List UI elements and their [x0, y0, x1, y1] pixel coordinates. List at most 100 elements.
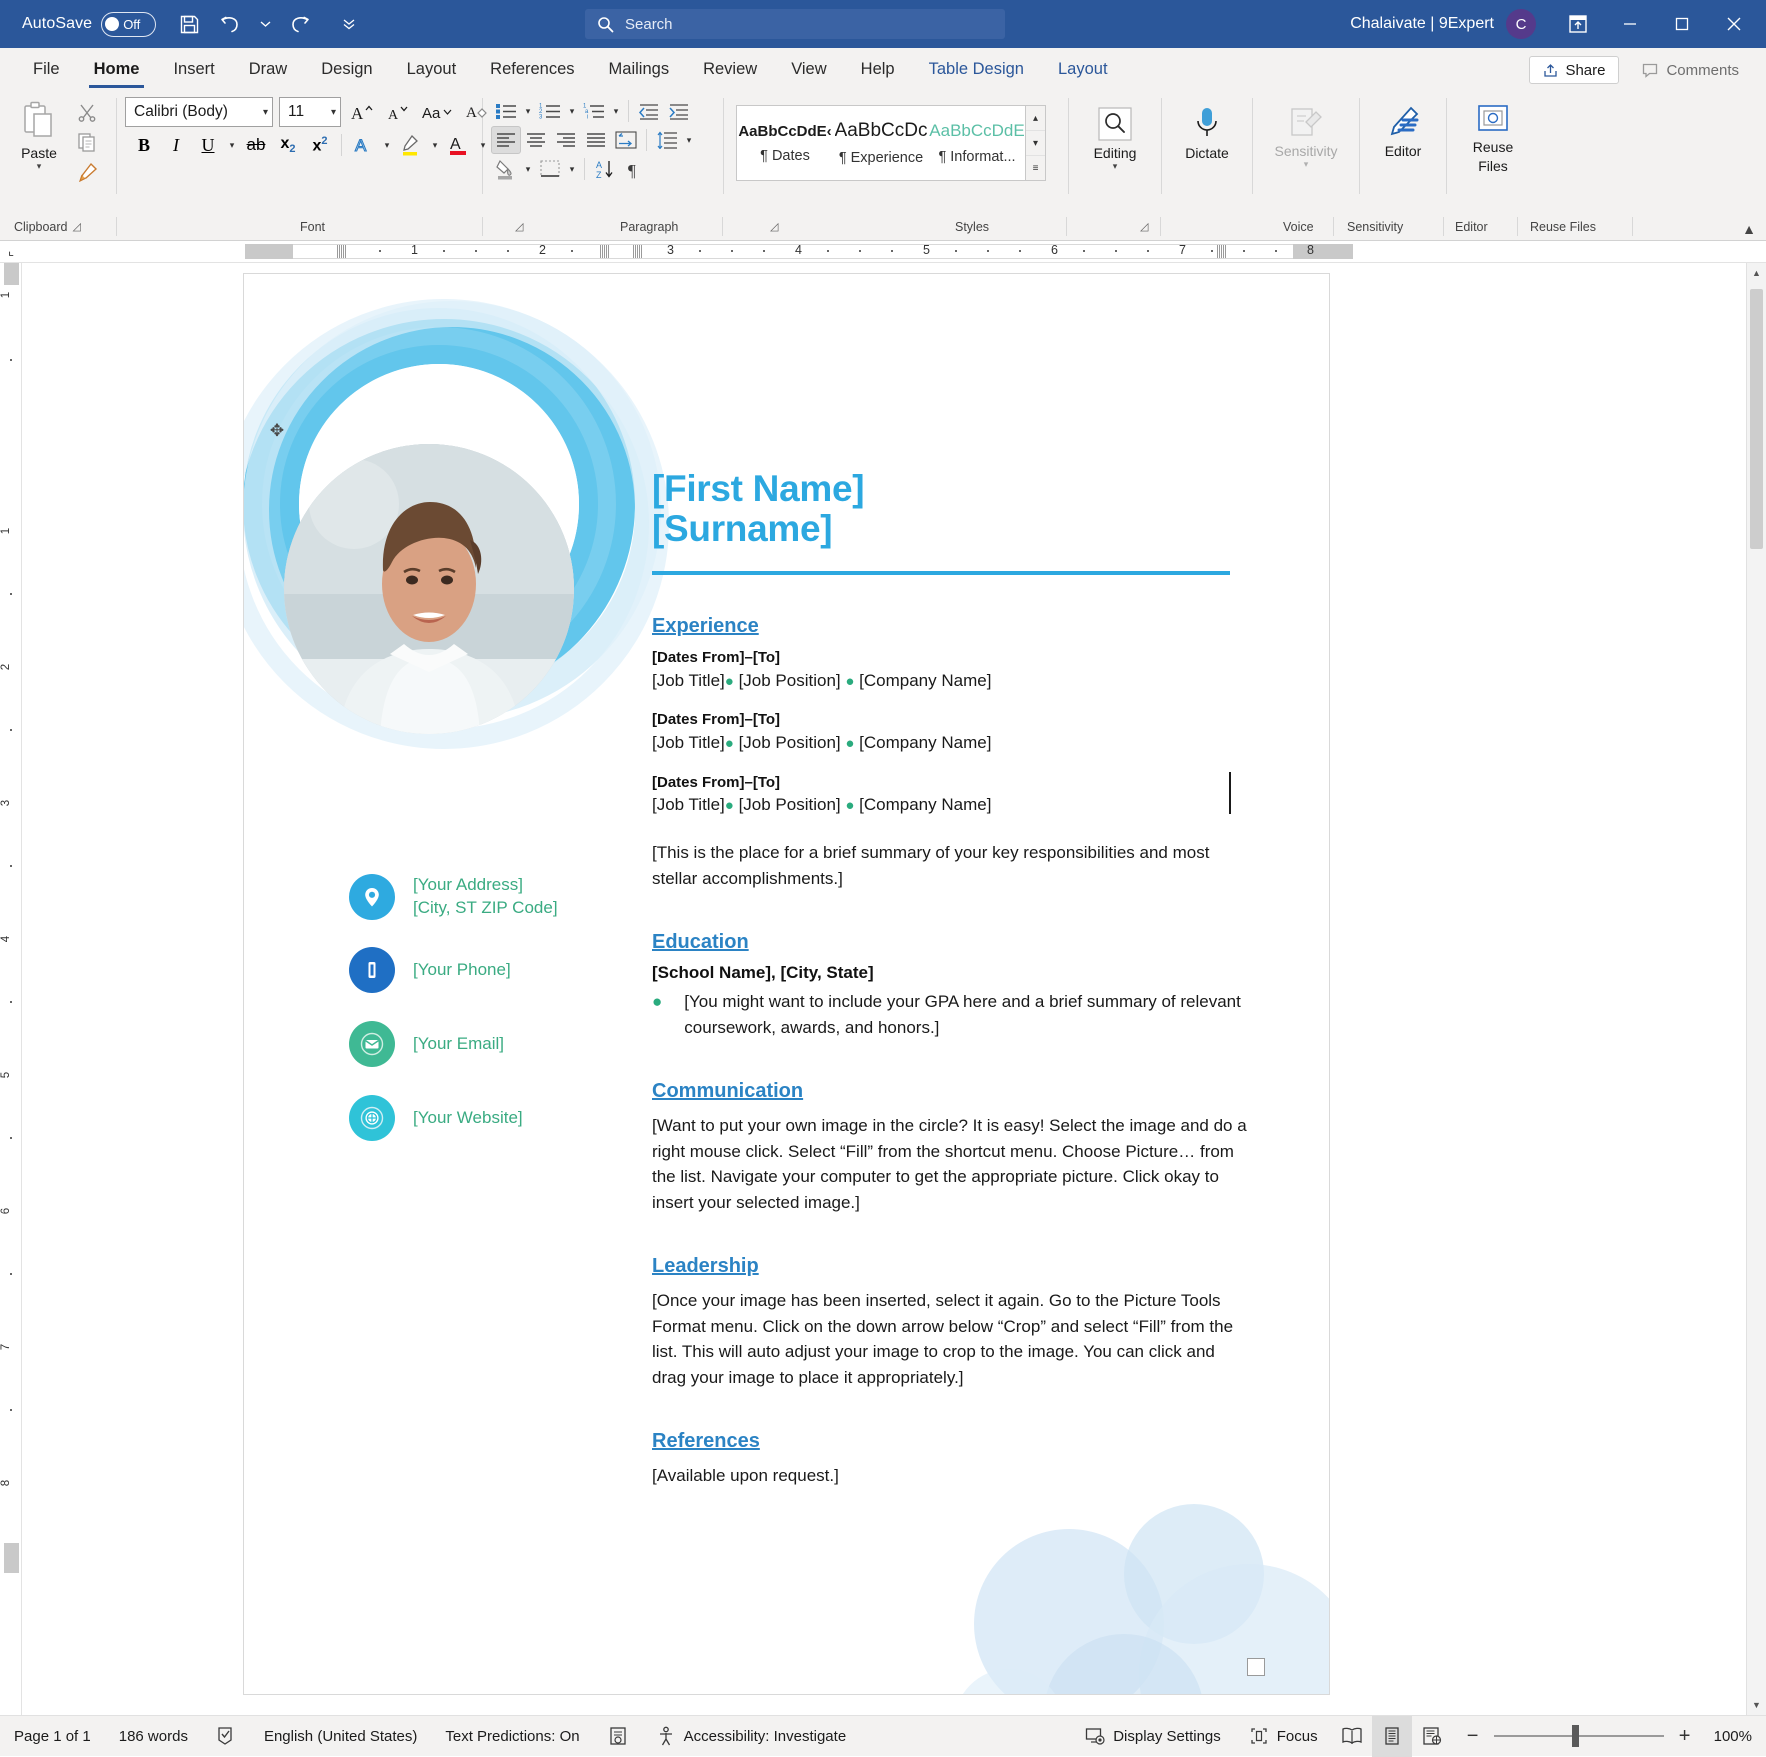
style-item-information[interactable]: AaBbCcDdE ¶ Informat...	[929, 106, 1025, 180]
tab-insert[interactable]: Insert	[156, 50, 231, 88]
italic-button[interactable]: I	[161, 131, 191, 159]
undo-button[interactable]	[210, 4, 252, 44]
scroll-up-arrow-icon[interactable]: ▲	[1747, 263, 1766, 283]
scroll-down-arrow-icon[interactable]: ▼	[1747, 1695, 1766, 1715]
format-painter-button[interactable]	[72, 158, 102, 186]
sort-button[interactable]: AZ	[590, 155, 620, 183]
styles-scroll-down-icon[interactable]: ▾	[1026, 131, 1045, 156]
education-bullet-item[interactable]: ● [You might want to include your GPA he…	[652, 989, 1252, 1040]
tab-table-layout[interactable]: Layout	[1041, 50, 1125, 88]
superscript-button[interactable]: x2	[305, 131, 335, 159]
text-predictions-button[interactable]	[594, 1716, 642, 1757]
object-anchor-handle[interactable]	[1247, 1658, 1265, 1676]
comments-button[interactable]: Comments	[1629, 56, 1752, 84]
style-item-experience[interactable]: AaBbCcDc ¶ Experience	[833, 106, 929, 180]
tab-help[interactable]: Help	[844, 50, 912, 88]
display-settings-button[interactable]: Display Settings	[1071, 1716, 1235, 1757]
align-left-button[interactable]	[491, 126, 521, 154]
styles-gallery-scroll[interactable]: ▴ ▾ ≡	[1026, 105, 1046, 181]
bullets-chevron-down-icon[interactable]: ▾	[521, 97, 535, 125]
scrollbar-thumb[interactable]	[1750, 289, 1763, 549]
tab-references[interactable]: References	[473, 50, 591, 88]
search-bar[interactable]: Search	[585, 9, 1005, 39]
document-page[interactable]: ✥ [First Name] [Surname] Experience	[244, 274, 1329, 1694]
underline-button[interactable]: U	[193, 131, 223, 159]
shading-chevron-down-icon[interactable]: ▾	[521, 155, 535, 183]
line-spacing-button[interactable]	[652, 126, 682, 154]
font-dialog-launcher[interactable]: ◿	[515, 220, 523, 233]
style-item-dates[interactable]: AaBbCcDdE‹ ¶ Dates	[737, 106, 833, 180]
show-formatting-marks-button[interactable]: ¶	[620, 155, 650, 183]
account-name[interactable]: Chalaivate | 9Expert	[1350, 15, 1494, 33]
increase-indent-button[interactable]	[664, 97, 694, 125]
justify-button[interactable]	[581, 126, 611, 154]
zoom-track[interactable]	[1494, 1735, 1664, 1737]
section-heading-education[interactable]: Education	[652, 931, 1252, 954]
tab-review[interactable]: Review	[686, 50, 774, 88]
avatar[interactable]: C	[1506, 9, 1536, 39]
align-right-button[interactable]	[551, 126, 581, 154]
line-spacing-chevron-down-icon[interactable]: ▾	[682, 126, 696, 154]
paste-chevron-down-icon[interactable]: ▾	[37, 162, 42, 171]
references-body[interactable]: [Available upon request.]	[652, 1463, 1252, 1489]
education-school[interactable]: [School Name], [City, State]	[652, 963, 1252, 983]
profile-photo[interactable]	[284, 444, 574, 734]
tab-table-design[interactable]: Table Design	[912, 50, 1041, 88]
horizontal-ruler[interactable]: ⌞ 1 2 3 4 5 6 7 8	[0, 241, 1766, 263]
experience-dates[interactable]: [Dates From]–[To]	[652, 709, 1252, 731]
experience-dates[interactable]: [Dates From]–[To]	[652, 647, 1252, 669]
bullets-button[interactable]	[491, 97, 521, 125]
editing-button[interactable]: Editing ▾	[1088, 102, 1143, 175]
styles-dialog-launcher[interactable]: ◿	[1140, 220, 1148, 233]
page-indicator[interactable]: Page 1 of 1	[0, 1716, 105, 1757]
sensitivity-button[interactable]: Sensitivity ▾	[1268, 102, 1343, 173]
resume-first-name[interactable]: [First Name]	[652, 469, 1252, 509]
redo-button[interactable]	[278, 4, 320, 44]
tab-selector-left-icon[interactable]: ⌞	[8, 243, 14, 259]
section-heading-references[interactable]: References	[652, 1430, 1252, 1453]
read-mode-button[interactable]	[1332, 1716, 1372, 1757]
image-move-handle[interactable]: ✥	[266, 420, 288, 442]
document-scroll-area[interactable]: ✥ [First Name] [Surname] Experience	[22, 263, 1766, 1715]
leadership-body[interactable]: [Once your image has been inserted, sele…	[652, 1288, 1252, 1390]
autosave-toggle[interactable]: Off	[101, 12, 156, 37]
save-button[interactable]	[168, 4, 210, 44]
close-button[interactable]	[1708, 0, 1760, 48]
styles-scroll-up-icon[interactable]: ▴	[1026, 106, 1045, 131]
ltr-text-direction-button[interactable]	[611, 126, 641, 154]
experience-job-line[interactable]: [Job Title]● [Job Position] ● [Company N…	[652, 793, 1252, 818]
contact-row-phone[interactable]: [Your Phone]	[349, 947, 639, 993]
section-heading-leadership[interactable]: Leadership	[652, 1255, 1252, 1278]
text-effects-chevron-down-icon[interactable]: ▾	[380, 131, 394, 159]
multilevel-chevron-down-icon[interactable]: ▾	[609, 97, 623, 125]
experience-job-line[interactable]: [Job Title]● [Job Position] ● [Company N…	[652, 731, 1252, 756]
ribbon-display-options-icon[interactable]	[1552, 0, 1604, 48]
vertical-ruler[interactable]: 1 1 2 3 4 5 6 7 8	[0, 263, 22, 1715]
multilevel-list-button[interactable]: 1ai	[579, 97, 609, 125]
font-name-combobox[interactable]: Calibri (Body) ▾	[125, 97, 273, 127]
shrink-font-button[interactable]: A	[383, 98, 413, 126]
contact-row-email[interactable]: [Your Email]	[349, 1021, 639, 1067]
maximize-button[interactable]	[1656, 0, 1708, 48]
styles-more-icon[interactable]: ≡	[1026, 156, 1045, 180]
sensitivity-chevron-down-icon[interactable]: ▾	[1304, 160, 1309, 169]
borders-chevron-down-icon[interactable]: ▾	[565, 155, 579, 183]
contact-row-address[interactable]: [Your Address] [City, ST ZIP Code]	[349, 874, 639, 920]
paste-button[interactable]: Paste ▾	[8, 96, 70, 175]
tab-draw[interactable]: Draw	[232, 50, 305, 88]
zoom-out-button[interactable]: −	[1462, 1725, 1484, 1748]
tab-view[interactable]: View	[774, 50, 843, 88]
zoom-level-label[interactable]: 100%	[1706, 1728, 1766, 1745]
section-heading-experience[interactable]: Experience	[652, 615, 1252, 638]
change-case-button[interactable]: Aa	[419, 98, 455, 126]
decrease-indent-button[interactable]	[634, 97, 664, 125]
zoom-slider[interactable]: − +	[1452, 1725, 1706, 1748]
paragraph-dialog-launcher[interactable]: ◿	[770, 220, 778, 233]
grow-font-button[interactable]: A	[347, 98, 377, 126]
styles-gallery[interactable]: AaBbCcDdE‹ ¶ Dates AaBbCcDc ¶ Experience…	[736, 105, 1026, 181]
qat-overflow-button[interactable]	[328, 4, 370, 44]
subscript-button[interactable]: x2	[273, 131, 303, 159]
horizontal-ruler-track[interactable]: 1 2 3 4 5 6 7 8	[245, 244, 1746, 260]
zoom-in-button[interactable]: +	[1674, 1725, 1696, 1748]
editor-button[interactable]: Editor	[1376, 102, 1430, 163]
